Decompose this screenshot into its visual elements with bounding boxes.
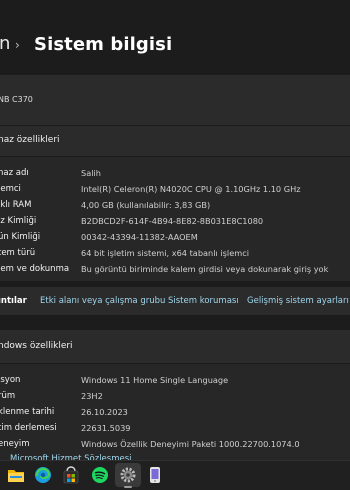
file-explorer-icon[interactable] <box>6 465 26 485</box>
spec-value-device-id: B2DBCD2F-614F-4B94-8E82-8B031E8C1080 <box>81 216 264 226</box>
spec-label-device-id: ız Kimliği <box>0 216 37 226</box>
spec-label-processor: lemci <box>0 184 21 194</box>
spec-value-device-name: Salih <box>81 168 101 178</box>
win-label-installed-on: klenme tarihi <box>0 407 55 417</box>
win-label-version: rüm <box>0 391 16 401</box>
breadcrumb-chevron-icon: › <box>15 38 20 52</box>
spec-label-ram: ıklı RAM <box>0 200 32 210</box>
win-value-os-build: 22631.5039 <box>81 423 131 433</box>
device-specs-title: naz özellikleri <box>0 135 60 145</box>
link-system-protection[interactable]: Sistem koruması <box>168 296 239 306</box>
win-value-version: 23H2 <box>81 391 103 401</box>
win-label-edition: isyon <box>0 375 21 385</box>
active-indicator <box>124 486 132 488</box>
spec-value-processor: Intel(R) Celeron(R) N4020C CPU @ 1.10GHz… <box>81 184 301 194</box>
spec-label-device-name: naz adı <box>0 168 29 178</box>
edge-icon[interactable] <box>33 465 53 485</box>
win-value-edition: Windows 11 Home Single Language <box>81 375 229 385</box>
link-advanced-system-settings[interactable]: Gelişmiş sistem ayarları <box>247 296 349 306</box>
win-value-experience: Windows Özellik Deneyimi Paketi 1000.227… <box>81 439 300 449</box>
win-label-experience: eneyim <box>0 439 30 449</box>
divider <box>0 156 350 157</box>
win-label-os-build: tim derlemesi <box>0 423 57 433</box>
related-links-label: ıntılar <box>0 296 27 306</box>
spec-label-system-type: tem türü <box>0 248 36 258</box>
page-title: Sistem bilgisi <box>34 34 173 55</box>
spec-value-system-type: 64 bit işletim sistemi, x64 tabanlı işle… <box>81 248 249 258</box>
device-name: NB C370 <box>0 95 33 104</box>
store-icon[interactable] <box>61 465 81 485</box>
win-value-installed-on: 26.10.2023 <box>81 407 128 417</box>
settings-window: n › Sistem bilgisi NB C370 naz özellikle… <box>0 0 350 490</box>
phone-link-icon[interactable] <box>145 465 165 485</box>
device-card <box>0 75 350 125</box>
windows-specs-title: ndows özellikleri <box>0 341 73 351</box>
breadcrumb-previous[interactable]: n <box>0 33 10 54</box>
settings-icon[interactable] <box>118 465 138 485</box>
spec-value-pen-touch: Bu görüntü biriminde kalem girdisi veya … <box>81 264 329 274</box>
spec-label-product-id: ün Kimliği <box>0 232 41 242</box>
spotify-icon[interactable] <box>90 465 110 485</box>
link-domain-workgroup[interactable]: Etki alanı veya çalışma grubu <box>40 296 165 306</box>
spec-value-product-id: 00342-43394-11382-AAOEM <box>81 232 198 242</box>
spec-value-ram: 4,00 GB (kullanılabilir: 3,83 GB) <box>81 200 211 210</box>
spec-label-pen-touch: lem ve dokunma <box>0 264 70 274</box>
divider <box>0 363 350 364</box>
